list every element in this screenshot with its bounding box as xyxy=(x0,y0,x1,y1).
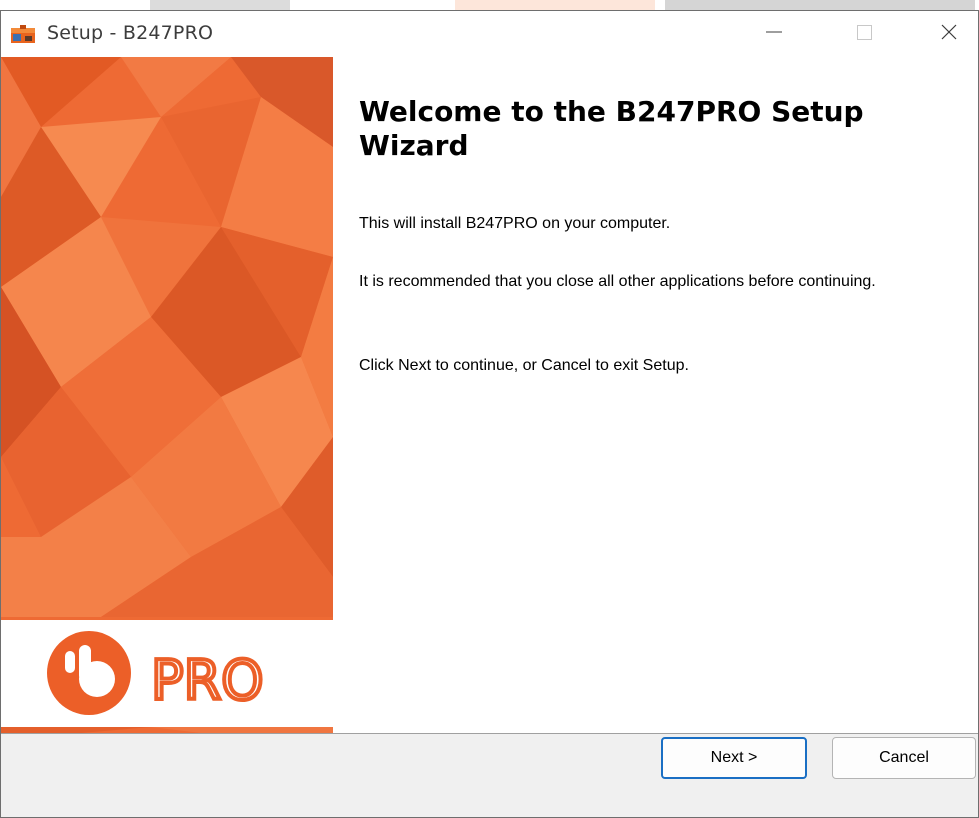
background-tab xyxy=(665,0,975,10)
b247pro-logo-icon xyxy=(47,631,131,715)
minimize-button[interactable] xyxy=(751,11,797,57)
setup-window: Setup - B247PRO PRO Welcome to the B247P… xyxy=(0,10,979,818)
close-apps-text: It is recommended that you close all oth… xyxy=(359,273,876,290)
next-button[interactable]: Next > xyxy=(661,737,807,779)
maximize-button[interactable] xyxy=(841,11,887,57)
continue-instructions-text: Click Next to continue, or Cancel to exi… xyxy=(359,357,689,374)
close-button[interactable] xyxy=(926,11,972,57)
maximize-icon xyxy=(854,22,874,47)
cancel-button[interactable]: Cancel xyxy=(832,737,976,779)
wizard-banner-image: PRO xyxy=(1,57,333,733)
background-window-strip xyxy=(0,0,979,10)
logo-wordmark: PRO xyxy=(151,649,264,712)
minimize-icon xyxy=(764,22,784,47)
welcome-heading: Welcome to the B247PRO Setup Wizard xyxy=(359,95,864,162)
close-icon xyxy=(939,22,959,47)
install-info-text: This will install B247PRO on your comput… xyxy=(359,215,671,232)
setup-box-icon xyxy=(11,23,35,43)
window-title: Setup - B247PRO xyxy=(47,22,214,44)
background-tab xyxy=(150,0,290,10)
title-bar[interactable]: Setup - B247PRO xyxy=(1,11,978,57)
background-tab xyxy=(455,0,655,10)
